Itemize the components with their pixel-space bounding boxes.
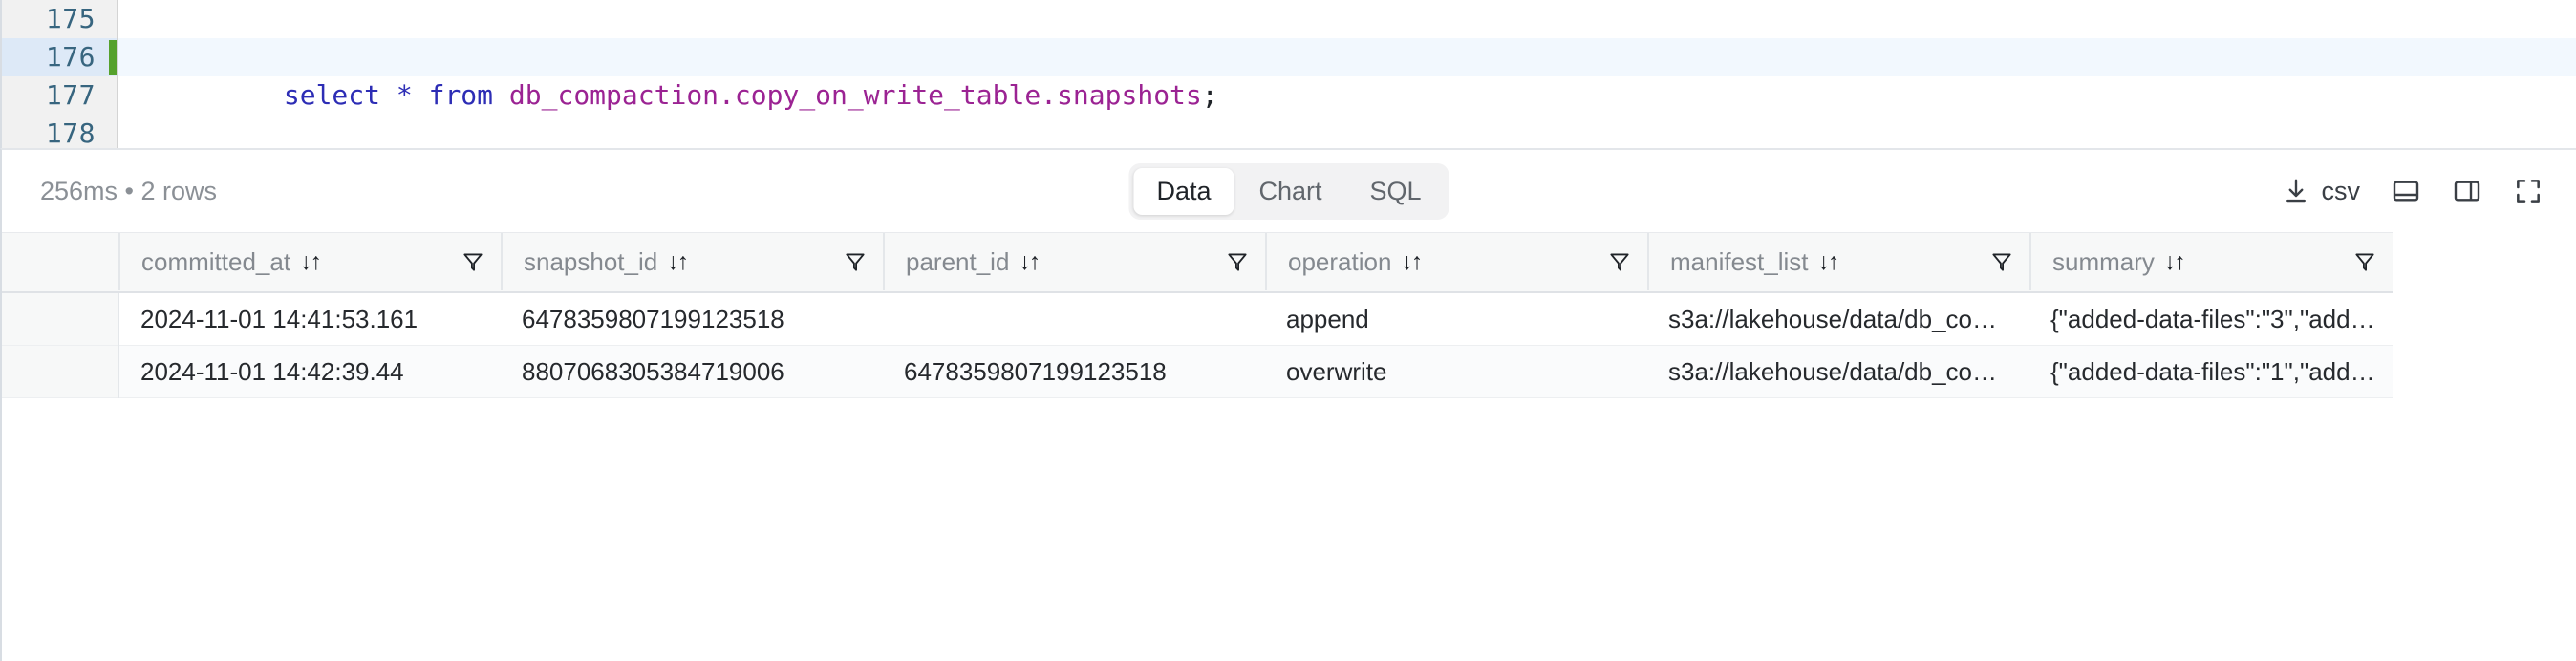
cell-parent-id[interactable]: 6478359807199123518 — [883, 345, 1265, 398]
split-vertical-icon[interactable] — [2452, 176, 2482, 206]
line-number: 177 — [45, 79, 96, 111]
cell-text: {"added-data-files":"3","add… — [2050, 304, 2375, 333]
sql-terminator: ; — [1201, 79, 1218, 111]
cell-parent-id[interactable] — [883, 291, 1265, 346]
table-body: 2024-11-01 14:41:53.161 6478359807199123… — [2, 291, 2393, 398]
cell-snapshot-id[interactable]: 8807068305384719006 — [501, 345, 883, 398]
cell-text: 6478359807199123518 — [904, 356, 1167, 386]
cell-text: s3a://lakehouse/data/db_com… — [1668, 356, 2018, 386]
tab-sql[interactable]: SQL — [1347, 168, 1445, 215]
split-horizontal-icon[interactable] — [2391, 176, 2421, 206]
cell-operation[interactable]: append — [1265, 291, 1647, 346]
fullscreen-icon[interactable] — [2513, 176, 2544, 206]
column-label: parent_id — [906, 246, 1010, 276]
filter-icon[interactable] — [461, 249, 485, 274]
line-number: 175 — [45, 3, 96, 34]
view-tabs: Data Chart SQL — [1128, 162, 1449, 220]
row-number-cell — [2, 345, 119, 398]
filter-icon[interactable] — [1607, 249, 1632, 274]
cell-operation[interactable]: overwrite — [1265, 345, 1647, 398]
sort-icon[interactable]: ↓↑ — [1818, 248, 1840, 276]
query-status: 256ms • 2 rows — [40, 176, 218, 205]
cell-committed-at[interactable]: 2024-11-01 14:41:53.161 — [118, 291, 501, 346]
cell-text: 2024-11-01 14:41:53.161 — [140, 304, 419, 333]
sql-star: * — [396, 79, 413, 111]
header-row: committed_at ↓↑ snapshot_id ↓↑ parent_id… — [2, 232, 2393, 293]
column-header-parent-id[interactable]: parent_id ↓↑ — [883, 232, 1265, 293]
export-csv-label: csv — [2321, 176, 2361, 205]
table-row[interactable]: 2024-11-01 14:41:53.161 6478359807199123… — [2, 291, 2393, 346]
row-number-header — [2, 232, 118, 293]
column-label: committed_at — [141, 246, 291, 276]
table-row[interactable]: 2024-11-01 14:42:39.44 88070683053847190… — [2, 345, 2393, 398]
tab-data[interactable]: Data — [1133, 167, 1234, 215]
grid-empty-area — [2, 397, 2576, 661]
column-header-operation[interactable]: operation ↓↑ — [1265, 232, 1647, 293]
cell-summary[interactable]: {"added-data-files":"1","add… — [2029, 345, 2393, 398]
column-label: operation — [1288, 246, 1392, 276]
tab-chart[interactable]: Chart — [1235, 168, 1344, 215]
view-tab-group: Data Chart SQL — [1128, 162, 1449, 220]
cell-manifest-list[interactable]: s3a://lakehouse/data/db_com… — [1647, 345, 2029, 398]
cell-manifest-list[interactable]: s3a://lakehouse/data/db_com… — [1647, 291, 2029, 346]
filter-icon[interactable] — [843, 249, 868, 274]
sql-keyword-from: from — [428, 79, 494, 111]
table-header: committed_at ↓↑ snapshot_id ↓↑ parent_id… — [2, 232, 2393, 293]
sql-editor[interactable]: 175 176 177 178 select * from db_compact… — [0, 0, 2576, 148]
editor-gutter: 175 176 177 178 — [2, 0, 118, 148]
cell-summary[interactable]: {"added-data-files":"3","add… — [2029, 291, 2393, 346]
column-header-manifest-list[interactable]: manifest_list ↓↑ — [1647, 232, 2029, 293]
query-result-panel: 175 176 177 178 select * from db_compact… — [0, 0, 2576, 661]
line-number-active: 176 — [2, 38, 117, 76]
toolbar-actions: csv — [2282, 176, 2544, 206]
text-caret — [109, 40, 117, 75]
sql-identifier: db_compaction.copy_on_write_table.snapsh… — [508, 79, 1202, 111]
editor-code-area[interactable]: select * from db_compaction.copy_on_writ… — [109, 0, 2576, 148]
results-table: committed_at ↓↑ snapshot_id ↓↑ parent_id… — [2, 232, 2393, 398]
column-header-snapshot-id[interactable]: snapshot_id ↓↑ — [501, 232, 883, 293]
download-icon — [2282, 177, 2310, 205]
code-line-176[interactable]: select * from db_compaction.copy_on_writ… — [109, 38, 2576, 111]
row-number-cell — [2, 291, 119, 346]
column-header-summary[interactable]: summary ↓↑ — [2029, 232, 2393, 293]
cell-text: 2024-11-01 14:42:39.44 — [140, 356, 404, 386]
column-label: manifest_list — [1670, 246, 1809, 276]
sort-icon[interactable]: ↓↑ — [1019, 248, 1041, 276]
cell-text: 8807068305384719006 — [522, 356, 784, 386]
sort-icon[interactable]: ↓↑ — [2164, 248, 2186, 276]
filter-icon[interactable] — [2352, 249, 2377, 274]
filter-icon[interactable] — [1989, 249, 2014, 274]
cell-text: 6478359807199123518 — [522, 304, 784, 333]
cell-text: overwrite — [1286, 356, 1387, 386]
cell-snapshot-id[interactable]: 6478359807199123518 — [501, 291, 883, 346]
column-header-committed-at[interactable]: committed_at ↓↑ — [118, 232, 501, 293]
line-number: 178 — [45, 117, 96, 148]
cell-text: s3a://lakehouse/data/db_com… — [1668, 304, 2018, 333]
sort-icon[interactable]: ↓↑ — [667, 248, 689, 276]
cell-committed-at[interactable]: 2024-11-01 14:42:39.44 — [118, 345, 501, 398]
cell-text: {"added-data-files":"1","add… — [2050, 356, 2375, 386]
sort-icon[interactable]: ↓↑ — [1401, 248, 1423, 276]
filter-icon[interactable] — [1225, 249, 1250, 274]
column-label: summary — [2052, 246, 2155, 276]
export-csv-button[interactable]: csv — [2282, 176, 2361, 206]
results-grid-container[interactable]: committed_at ↓↑ snapshot_id ↓↑ parent_id… — [0, 232, 2576, 661]
sql-keyword-select: select — [283, 79, 381, 111]
column-label: snapshot_id — [524, 246, 658, 276]
sort-icon[interactable]: ↓↑ — [300, 248, 322, 276]
cell-text: append — [1286, 304, 1369, 333]
results-toolbar: 256ms • 2 rows Data Chart SQL csv — [0, 148, 2576, 232]
